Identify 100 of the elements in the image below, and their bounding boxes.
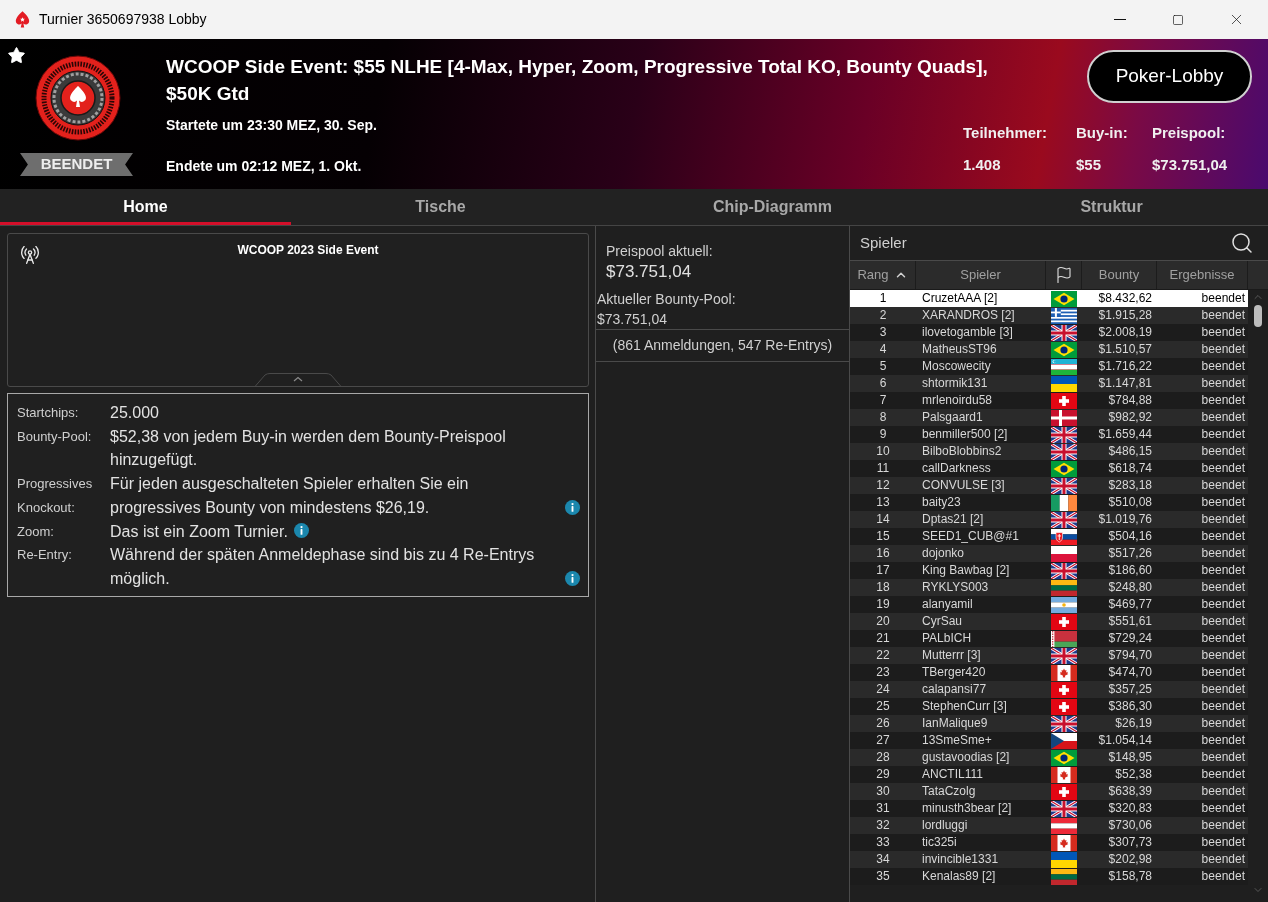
player-row[interactable]: 16 dojonko $517,26 beendet	[850, 545, 1248, 562]
bounty-cell-text: $283,18	[1107, 477, 1153, 494]
player-name-cell-text: baity23	[921, 494, 962, 511]
stat-label: Preispool:	[1152, 123, 1227, 143]
player-row[interactable]: 24 calapansi77 $357,25 beendet	[850, 681, 1248, 698]
bounty-cell-text: $618,74	[1107, 460, 1153, 477]
info-icon[interactable]	[565, 570, 580, 586]
scrollbar-thumb[interactable]	[1254, 305, 1262, 327]
detail-label: Zoom:	[17, 522, 55, 541]
spade-logo-icon	[13, 10, 32, 29]
column-header[interactable]: Spieler	[916, 261, 1046, 289]
player-name-cell-text: callDarkness	[921, 460, 992, 477]
window-title: Turnier 3650697938 Lobby	[39, 10, 207, 29]
bounty-cell-text: $474,70	[1107, 664, 1153, 681]
result-cell-text: beendet	[1200, 834, 1246, 851]
player-name-cell-text: CONVULSE [3]	[921, 477, 1006, 494]
bounty-cell-text: $1.019,76	[1097, 511, 1153, 528]
tab[interactable]: Struktur	[955, 189, 1268, 225]
bounty-cell-text: $357,25	[1107, 681, 1153, 698]
result-cell-text: beendet	[1200, 443, 1246, 460]
player-row[interactable]: 6 shtormik131 $1.147,81 beendet	[850, 375, 1248, 392]
player-name-cell-text: alanyamil	[921, 596, 974, 613]
player-name-cell-text: Moscowecity	[921, 358, 992, 375]
radio-tower-icon	[20, 245, 40, 265]
rank-cell-text: 24	[875, 681, 891, 698]
bounty-cell-text: $307,73	[1107, 834, 1153, 851]
minimize-icon	[1114, 19, 1126, 20]
result-cell-text: beendet	[1200, 409, 1246, 426]
rank-cell-text: 13	[875, 494, 891, 511]
stat-label: Teilnehmer:	[963, 123, 1048, 143]
player-name-cell-text: Dptas21 [2]	[921, 511, 985, 528]
player-name-cell-text: SEED1_CUB@#1	[921, 528, 1020, 545]
player-name-cell-text: Mutterrr [3]	[921, 647, 982, 664]
result-cell-text: beendet	[1200, 698, 1246, 715]
bounty-cell-text: $794,70	[1107, 647, 1153, 664]
player-name-cell-text: BilboBlobbins2	[921, 443, 1003, 460]
result-cell-text: beendet	[1200, 613, 1246, 630]
rank-cell-text: 21	[875, 630, 891, 647]
rank-cell-text: 15	[875, 528, 891, 545]
prize-pool-value: $73.751,04	[606, 261, 692, 283]
info-icon[interactable]	[293, 523, 309, 539]
news-title: WCOOP 2023 Side Event	[237, 243, 379, 257]
player-row[interactable]: 14 Dptas21 [2] $1.019,76 beendet	[850, 511, 1248, 528]
player-row[interactable]: 10 BilboBlobbins2 $486,15 beendet	[850, 443, 1248, 460]
bounty-cell-text: $730,06	[1107, 817, 1153, 834]
collapse-handle[interactable]	[255, 373, 341, 387]
player-row[interactable]: 8 Palsgaard1 $982,92 beendet	[850, 409, 1248, 426]
rank-cell-text: 8	[878, 409, 888, 426]
tab[interactable]: Tische	[291, 189, 590, 225]
player-row[interactable]: 30 TataCzolg $638,39 beendet	[850, 783, 1248, 800]
detail-label: Startchips:	[17, 404, 80, 422]
player-row[interactable]: 12 CONVULSE [3] $283,18 beendet	[850, 477, 1248, 494]
player-name-cell-text: tic325i	[921, 834, 958, 851]
detail-value: 25.000	[110, 403, 159, 423]
rank-cell-text: 9	[878, 426, 888, 443]
bounty-cell-text: $982,92	[1107, 409, 1153, 426]
rank-cell-text: 4	[878, 341, 888, 358]
rank-cell-text: 33	[875, 834, 891, 851]
bounty-cell-text: $248,80	[1107, 579, 1153, 596]
bounty-cell-text: $486,15	[1107, 443, 1153, 460]
player-name-cell-text: PALbICH	[921, 630, 973, 647]
player-row[interactable]: 20 CyrSau $551,61 beendet	[850, 613, 1248, 630]
player-row[interactable]: 18 RYKLYS003 $248,80 beendet	[850, 579, 1248, 596]
player-row[interactable]: 26 IanMalique9 $26,19 beendet	[850, 715, 1248, 732]
player-name-cell-text: ilovetogamble [3]	[921, 324, 1014, 341]
player-name-cell-text: XARANDROS [2]	[921, 307, 1016, 324]
rank-cell-text: 18	[875, 579, 891, 596]
rank-cell-text: 20	[875, 613, 891, 630]
player-row[interactable]: 32 lordluggi $730,06 beendet	[850, 817, 1248, 834]
result-cell-text: beendet	[1200, 528, 1246, 545]
column-header[interactable]: Ergebnisse	[1157, 261, 1248, 289]
rank-cell-text: 23	[875, 664, 891, 681]
player-row[interactable]: 34 invincible1331 $202,98 beendet	[850, 851, 1248, 868]
result-cell-text: beendet	[1200, 460, 1246, 477]
rank-cell-text: 10	[875, 443, 891, 460]
player-row[interactable]: 28 gustavoodias [2] $148,95 beendet	[850, 749, 1248, 766]
player-row[interactable]: 1 CruzetAAA [2] $8.432,62 beendet	[850, 290, 1248, 307]
tab[interactable]: Home	[0, 189, 291, 225]
players-title: Spieler	[860, 232, 907, 253]
player-row[interactable]: 22 Mutterrr [3] $794,70 beendet	[850, 647, 1248, 664]
player-name-cell-text: dojonko	[921, 545, 966, 562]
rank-cell-text: 7	[878, 392, 888, 409]
result-cell-text: beendet	[1200, 681, 1246, 698]
column-header[interactable]: Bounty	[1082, 261, 1157, 289]
column-header[interactable]: Rang	[850, 261, 916, 289]
bounty-cell-text: $2.008,19	[1097, 324, 1153, 341]
rank-cell-text: 22	[875, 647, 891, 664]
bounty-cell-text: $1.915,28	[1097, 307, 1153, 324]
player-row[interactable]: 4 MatheusST96 $1.510,57 beendet	[850, 341, 1248, 358]
player-row[interactable]: 2 XARANDROS [2] $1.915,28 beendet	[850, 307, 1248, 324]
player-name-cell-text: ANCTIL111	[921, 766, 984, 783]
poker-lobby-button[interactable]: Poker-Lobby	[1087, 50, 1252, 103]
rank-cell-text: 17	[875, 562, 891, 579]
search-icon[interactable]	[1230, 231, 1254, 255]
tab[interactable]: Chip-Diagramm	[590, 189, 955, 225]
star-icon[interactable]	[7, 46, 26, 65]
info-icon[interactable]	[565, 499, 580, 515]
rank-cell-text: 5	[878, 358, 888, 375]
prize-pool-label: Preispool aktuell:	[606, 242, 713, 261]
detail-value: Für jeden ausgeschalteten Spieler erhalten Sie ein progressives Bounty von mindestens $26,19.	[110, 474, 470, 518]
